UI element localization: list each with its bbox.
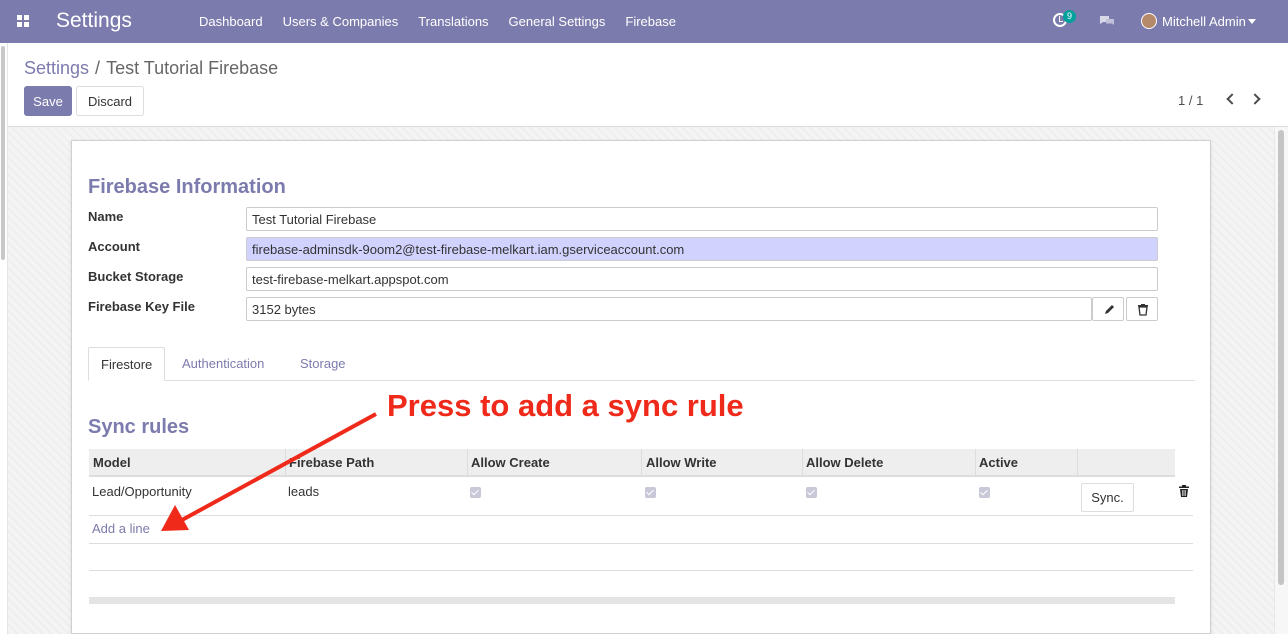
allow-write-checkbox[interactable] bbox=[645, 487, 656, 498]
column-separator bbox=[285, 449, 286, 477]
menu-users-companies[interactable]: Users & Companies bbox=[273, 14, 409, 29]
column-separator bbox=[802, 449, 803, 477]
column-separator bbox=[1077, 449, 1078, 477]
top-navbar: Settings Dashboard Users & Companies Tra… bbox=[0, 0, 1288, 43]
pencil-icon bbox=[1105, 305, 1114, 314]
user-avatar[interactable] bbox=[1141, 13, 1157, 29]
allow-delete-checkbox[interactable] bbox=[806, 487, 817, 498]
menu-firebase[interactable]: Firebase bbox=[615, 14, 686, 29]
breadcrumb-separator: / bbox=[95, 58, 101, 78]
pager-previous-icon[interactable] bbox=[1226, 93, 1238, 105]
trash-icon bbox=[1138, 304, 1148, 316]
row-divider bbox=[89, 515, 1193, 516]
delete-row-trash-icon[interactable] bbox=[1178, 485, 1190, 498]
menu-general-settings[interactable]: General Settings bbox=[499, 14, 616, 29]
clear-file-button[interactable] bbox=[1126, 297, 1158, 321]
breadcrumb-settings-link[interactable]: Settings bbox=[24, 58, 89, 78]
activity-count-badge: 9 bbox=[1063, 10, 1077, 23]
account-field[interactable]: firebase-adminsdk-9oom2@test-firebase-me… bbox=[246, 237, 1158, 261]
row-model-cell[interactable]: Lead/Opportunity bbox=[92, 484, 192, 499]
main-menu: Dashboard Users & Companies Translations… bbox=[189, 0, 686, 43]
column-separator bbox=[641, 449, 642, 477]
apps-menu-icon[interactable] bbox=[17, 15, 29, 27]
menu-dashboard[interactable]: Dashboard bbox=[189, 14, 273, 29]
chat-icon[interactable] bbox=[1099, 15, 1115, 27]
discard-button[interactable]: Discard bbox=[76, 86, 144, 116]
row-divider bbox=[89, 543, 1193, 544]
row-path-cell[interactable]: leads bbox=[288, 484, 319, 499]
bucket-storage-label: Bucket Storage bbox=[88, 269, 184, 284]
table-footer-bar bbox=[89, 597, 1175, 604]
annotation-text: Press to add a sync rule bbox=[387, 388, 744, 423]
firebase-key-file-label: Firebase Key File bbox=[88, 299, 195, 314]
left-scrollbar-thumb[interactable] bbox=[1, 46, 5, 260]
save-button[interactable]: Save bbox=[24, 86, 72, 116]
tab-firestore[interactable]: Firestore bbox=[88, 347, 166, 381]
bucket-storage-field[interactable]: test-firebase-melkart.appspot.com bbox=[246, 267, 1158, 291]
tab-storage[interactable]: Storage bbox=[288, 347, 358, 381]
name-label: Name bbox=[88, 209, 124, 224]
active-checkbox[interactable] bbox=[979, 487, 990, 498]
column-allow-create[interactable]: Allow Create bbox=[471, 455, 550, 470]
user-menu-caret-icon[interactable] bbox=[1248, 19, 1256, 24]
tab-authentication[interactable]: Authentication bbox=[170, 347, 276, 381]
account-label: Account bbox=[88, 239, 140, 254]
column-allow-delete[interactable]: Allow Delete bbox=[806, 455, 883, 470]
add-a-line-link[interactable]: Add a line bbox=[92, 521, 150, 536]
row-divider bbox=[89, 570, 1193, 571]
column-separator bbox=[467, 449, 468, 477]
sync-button[interactable]: Sync. bbox=[1081, 483, 1134, 512]
sync-rules-title: Sync rules bbox=[88, 416, 190, 438]
pager-next-icon[interactable] bbox=[1249, 93, 1261, 105]
breadcrumb-current: Test Tutorial Firebase bbox=[106, 58, 279, 78]
breadcrumb: Settings / Test Tutorial Firebase bbox=[24, 58, 278, 79]
content-scrollbar-thumb[interactable] bbox=[1278, 130, 1284, 585]
user-menu-name[interactable]: Mitchell Admin bbox=[1162, 14, 1246, 29]
allow-create-checkbox[interactable] bbox=[470, 487, 481, 498]
app-title[interactable]: Settings bbox=[56, 9, 132, 33]
menu-translations[interactable]: Translations bbox=[408, 14, 498, 29]
column-separator bbox=[975, 449, 976, 477]
name-field[interactable]: Test Tutorial Firebase bbox=[246, 207, 1158, 231]
column-model[interactable]: Model bbox=[93, 455, 131, 470]
firebase-key-file-field[interactable]: 3152 bytes bbox=[246, 297, 1092, 321]
firebase-information-title: Firebase Information bbox=[88, 176, 286, 198]
pager-value: 1 / 1 bbox=[1178, 93, 1204, 108]
edit-file-button[interactable] bbox=[1092, 297, 1124, 321]
column-firebase-path[interactable]: Firebase Path bbox=[289, 455, 374, 470]
column-allow-write[interactable]: Allow Write bbox=[646, 455, 717, 470]
column-active[interactable]: Active bbox=[979, 455, 1018, 470]
